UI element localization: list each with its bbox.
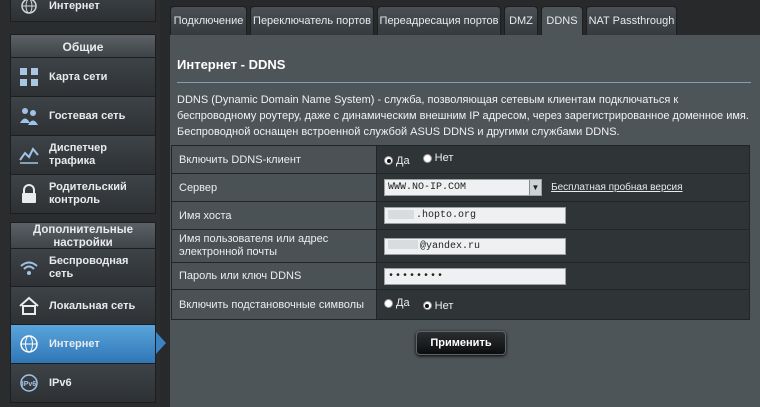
active-arrow-indicator [156,332,166,354]
network-map-icon [15,66,43,88]
row-username: Имя пользователя или адрес электронной п… [171,229,750,263]
sidebar-item-label: Беспроводная сеть [49,255,129,280]
traffic-manager-icon [15,144,43,166]
radio-label: Да [396,154,410,167]
wildcard-no-radio[interactable]: Нет [422,299,454,312]
tab-connection[interactable]: Подключение [170,6,247,35]
username-value: @yandex.ru [420,240,481,252]
sidebar-item-label: Интернет [49,0,100,12]
page-title: Интернет - DDNS [177,57,286,72]
tab-port-switch[interactable]: Переключатель портов [250,6,374,35]
enable-ddns-no-radio[interactable]: Нет [422,152,454,165]
password-input[interactable]: •••••••• [384,267,566,285]
globe-icon [15,334,43,354]
sidebar-item-internet[interactable]: Интернет [10,324,156,364]
wildcard-options: Да Нет [376,289,750,320]
server-label: Сервер [171,173,377,202]
server-select[interactable]: WWW.NO-IP.COM ▼ [384,179,542,196]
server-cell: WWW.NO-IP.COM ▼ Бесплатная пробная версия [376,173,750,202]
guest-network-icon [15,105,43,127]
redacted-mark [388,240,418,250]
sidebar: Интернет Общие Карта сети Гостевая сеть … [0,0,166,407]
tab-dmz[interactable]: DMZ [504,6,538,35]
svg-text:IPv6: IPv6 [22,381,37,388]
globe-icon [15,0,43,15]
enable-ddns-options: Да Нет [376,145,750,174]
radio-label: Да [396,297,410,310]
main-content: Интернет - DDNS DDNS (Dynamic Domain Nam… [170,35,760,407]
sidebar-item-label: Локальная сеть [49,299,136,312]
page-description: DDNS (Dynamic Domain Name System) - служ… [177,94,749,138]
sidebar-item-parental-control[interactable]: Родительский контроль [10,174,156,214]
sidebar-item-wireless[interactable]: Беспроводная сеть [10,248,156,288]
lock-icon [15,183,43,205]
chevron-down-icon: ▼ [529,180,541,195]
sidebar-item-ipv6[interactable]: IPv6 IPv6 [10,363,156,403]
username-input[interactable]: @yandex.ru [384,237,566,255]
enable-ddns-label: Включить DDNS-клиент [171,145,377,174]
radio-unselected-icon [384,298,393,308]
tab-port-forwarding[interactable]: Переадресация портов [377,6,501,35]
tab-ddns[interactable]: DDNS [541,6,583,35]
row-password: Пароль или ключ DDNS •••••••• [171,262,750,290]
wifi-icon [15,257,43,279]
row-server: Сервер WWW.NO-IP.COM ▼ Бесплатная пробная… [171,173,750,202]
row-enable-ddns: Включить DDNS-клиент Да Нет [171,145,750,174]
title-divider [177,82,751,83]
radio-selected-icon [384,156,393,166]
sidebar-item-label: Карта сети [49,70,108,83]
sidebar-item-label: Родительский контроль [49,181,127,206]
username-cell: @yandex.ru [376,229,750,263]
sidebar-section-advanced: Дополнительные настройки [10,222,156,250]
sidebar-item-traffic-manager[interactable]: Диспетчер трафика [10,135,156,175]
row-hostname: Имя хоста .hopto.org [171,201,750,230]
ddns-settings-table: Включить DDNS-клиент Да Нет Сервер WWW.N… [171,145,750,320]
radio-unselected-icon [422,153,432,163]
server-select-value: WWW.NO-IP.COM [388,182,467,193]
sidebar-item-label: Интернет [49,337,100,350]
home-icon [15,295,43,317]
wildcard-label: Включить подстановочные символы [171,289,377,320]
apply-button[interactable]: Применить [416,331,506,355]
sidebar-item-network-map[interactable]: Карта сети [10,57,156,97]
hostname-cell: .hopto.org [376,201,750,230]
ipv6-icon: IPv6 [15,372,43,394]
tab-nat-passthrough[interactable]: NAT Passthrough [586,6,677,35]
password-cell: •••••••• [376,262,750,290]
sidebar-item-guest-network[interactable]: Гостевая сеть [10,96,156,136]
sidebar-item-internet-top[interactable]: Интернет [10,0,156,22]
password-label: Пароль или ключ DDNS [171,262,377,290]
hostname-label: Имя хоста [171,201,377,230]
hostname-input[interactable]: .hopto.org [384,207,566,224]
username-label: Имя пользователя или адрес электронной п… [171,229,377,263]
hostname-value: .hopto.org [416,210,477,221]
sidebar-item-label: IPv6 [49,376,72,389]
free-trial-link[interactable]: Бесплатная пробная версия [551,182,682,193]
wildcard-yes-radio[interactable]: Да [384,297,410,309]
enable-ddns-yes-radio[interactable]: Да [384,155,410,167]
row-wildcard: Включить подстановочные символы Да Нет [171,289,750,320]
radio-label: Нет [434,152,454,165]
sidebar-item-label: Гостевая сеть [49,109,126,122]
radio-label: Нет [434,299,454,312]
sidebar-item-label: Диспетчер трафика [49,142,107,167]
radio-selected-icon [422,301,432,311]
redacted-mark [388,209,414,219]
sidebar-item-lan[interactable]: Локальная сеть [10,286,156,326]
sidebar-section-general: Общие [10,34,156,58]
